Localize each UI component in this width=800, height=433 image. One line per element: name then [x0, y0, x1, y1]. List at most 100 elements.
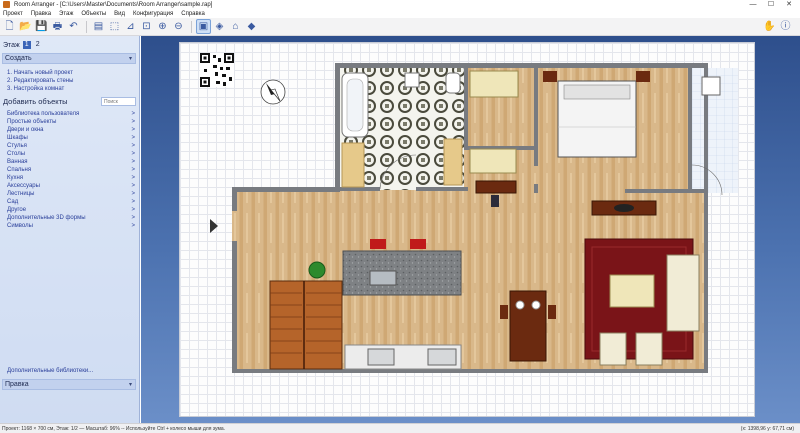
plant-icon — [308, 261, 326, 279]
desk — [475, 180, 517, 194]
undo-icon[interactable]: ↶ — [66, 19, 81, 34]
library-item[interactable]: Библиотека пользователя > — [7, 110, 135, 118]
chevron-right-icon: > — [131, 175, 135, 181]
chevron-right-icon: > — [131, 127, 135, 133]
shower-tray — [341, 142, 365, 188]
toolbar-separator — [191, 20, 192, 33]
menu-edit[interactable]: Правка — [31, 11, 51, 17]
object-3d-icon[interactable]: ◆ — [244, 19, 259, 34]
open-folder-icon[interactable]: 📂 — [18, 19, 33, 34]
status-bar: Проект: 1168 × 700 см, Этаж: 1/2 — Масшт… — [0, 423, 800, 433]
library-item[interactable]: Аксессуары > — [7, 182, 135, 190]
more-libraries-link[interactable]: Дополнительные библиотеки... — [7, 368, 93, 374]
nightstand-right — [636, 71, 650, 82]
chevron-right-icon: > — [131, 159, 135, 165]
dining-table — [509, 290, 547, 362]
armchair-2 — [635, 332, 663, 366]
render-3d-icon[interactable]: ⌂ — [228, 19, 243, 34]
menu-floor[interactable]: Этаж — [59, 11, 73, 17]
compass-icon — [260, 79, 286, 105]
chevron-right-icon: > — [131, 183, 135, 189]
bar-stool-1 — [370, 239, 386, 249]
library-item[interactable]: Лестницы > — [7, 190, 135, 198]
chevron-right-icon: > — [131, 143, 135, 149]
close-button[interactable]: ✕ — [782, 0, 796, 9]
chevron-down-icon[interactable]: ▾ — [129, 55, 132, 62]
floor-label: Этаж — [3, 41, 20, 49]
library-item[interactable]: Дополнительные 3D формы > — [7, 214, 135, 222]
chevron-right-icon: > — [131, 191, 135, 197]
hall-wardrobe — [469, 70, 519, 98]
hand-tool-icon[interactable]: ✋ — [762, 19, 777, 34]
menu-objects[interactable]: Объекты — [81, 11, 106, 17]
edit-section-title: Правка — [5, 381, 29, 388]
create-steps: 1. Начать новый проект 2. Редактировать … — [7, 69, 73, 93]
kitchen-sink — [369, 270, 397, 286]
floor-plan[interactable] — [180, 43, 756, 418]
floor-selector: Этаж 1 2 — [3, 41, 42, 49]
print-icon[interactable]: 🖶 — [50, 19, 65, 34]
bar-stool-2 — [410, 239, 426, 249]
library-item[interactable]: Столы > — [7, 150, 135, 158]
library-item[interactable]: Простые объекты > — [7, 118, 135, 126]
maximize-button[interactable]: ☐ — [764, 0, 778, 9]
library-item[interactable]: Стулья > — [7, 142, 135, 150]
menu-view[interactable]: Вид — [114, 11, 125, 17]
chevron-right-icon: > — [131, 135, 135, 141]
edit-section-header[interactable]: Правка ▾ — [2, 379, 136, 390]
chevron-right-icon: > — [131, 215, 135, 221]
chevron-right-icon: > — [131, 119, 135, 125]
chevron-right-icon: > — [131, 167, 135, 173]
view-3d-icon[interactable]: ◈ — [212, 19, 227, 34]
library-item[interactable]: Шкафы > — [7, 134, 135, 142]
zoom-in-icon[interactable]: ⊕ — [155, 19, 170, 34]
library-item[interactable]: Кухня > — [7, 174, 135, 182]
step-edit-walls[interactable]: 2. Редактировать стены — [7, 77, 73, 85]
library-item[interactable]: Спальня > — [7, 166, 135, 174]
chevron-down-icon[interactable]: ▾ — [129, 381, 132, 388]
floor-tab-1[interactable]: 1 — [22, 41, 31, 49]
dining-chair — [548, 305, 556, 319]
canvas-area[interactable] — [141, 36, 800, 423]
create-section-title: Создать — [5, 55, 32, 62]
selection-tool-icon[interactable]: ⬚ — [107, 19, 122, 34]
step-new-project[interactable]: 1. Начать новый проект — [7, 69, 73, 77]
menu-configuration[interactable]: Конфигурация — [133, 11, 173, 17]
library-item[interactable]: Символы > — [7, 222, 135, 230]
floor-plan-paper[interactable] — [179, 42, 755, 417]
minimize-button[interactable]: — — [746, 0, 760, 9]
help-icon[interactable]: ⓘ — [778, 19, 793, 34]
dining-chair — [500, 305, 508, 319]
chevron-right-icon: > — [131, 223, 135, 229]
bathroom-cabinet — [443, 138, 463, 186]
step-room-setup[interactable]: 3. Настройка комнат — [7, 85, 73, 93]
menu-help[interactable]: Справка — [181, 11, 205, 17]
chevron-right-icon: > — [131, 199, 135, 205]
window-title: Room Arranger - [C:\Users\Master\Documen… — [14, 1, 213, 8]
create-section-header[interactable]: Создать ▾ — [2, 53, 136, 64]
toolbar: 🗋 📂 💾 🖶 ↶ ▤ ⬚ ⊿ ⊡ ⊕ ⊖ ▣ ◈ ⌂ ◆ ✋ ⓘ — [0, 18, 800, 36]
zoom-fit-icon[interactable]: ⊡ — [139, 19, 154, 34]
status-project-info: Проект: 1168 × 700 см, Этаж: 1/2 — Масшт… — [2, 425, 226, 432]
zoom-out-icon[interactable]: ⊖ — [171, 19, 186, 34]
library-item[interactable]: Двери и окна > — [7, 126, 135, 134]
save-icon[interactable]: 💾 — [34, 19, 49, 34]
chevron-right-icon: > — [131, 151, 135, 157]
measure-icon[interactable]: ⊿ — [123, 19, 138, 34]
view-2d-icon[interactable]: ▣ — [196, 19, 211, 34]
menu-bar: Проект Правка Этаж Объекты Вид Конфигура… — [0, 9, 800, 18]
wall-tool-icon[interactable]: ▤ — [91, 19, 106, 34]
library-item[interactable]: Другое > — [7, 206, 135, 214]
library-list: Библиотека пользователя > Простые объекты… — [7, 110, 135, 230]
floor-tab-2[interactable]: 2 — [34, 41, 42, 49]
library-item[interactable]: Сад > — [7, 198, 135, 206]
library-item[interactable]: Ванная > — [7, 158, 135, 166]
search-input[interactable] — [101, 97, 136, 106]
new-file-icon[interactable]: 🗋 — [2, 19, 17, 34]
status-coordinates: (x: 1398,96 y: 67,71 см) — [740, 425, 794, 432]
kitchen-island — [342, 250, 462, 296]
menu-project[interactable]: Проект — [3, 11, 23, 17]
desk-chair — [491, 195, 499, 207]
chevron-right-icon: > — [131, 111, 135, 117]
balcony-chair — [701, 76, 721, 96]
